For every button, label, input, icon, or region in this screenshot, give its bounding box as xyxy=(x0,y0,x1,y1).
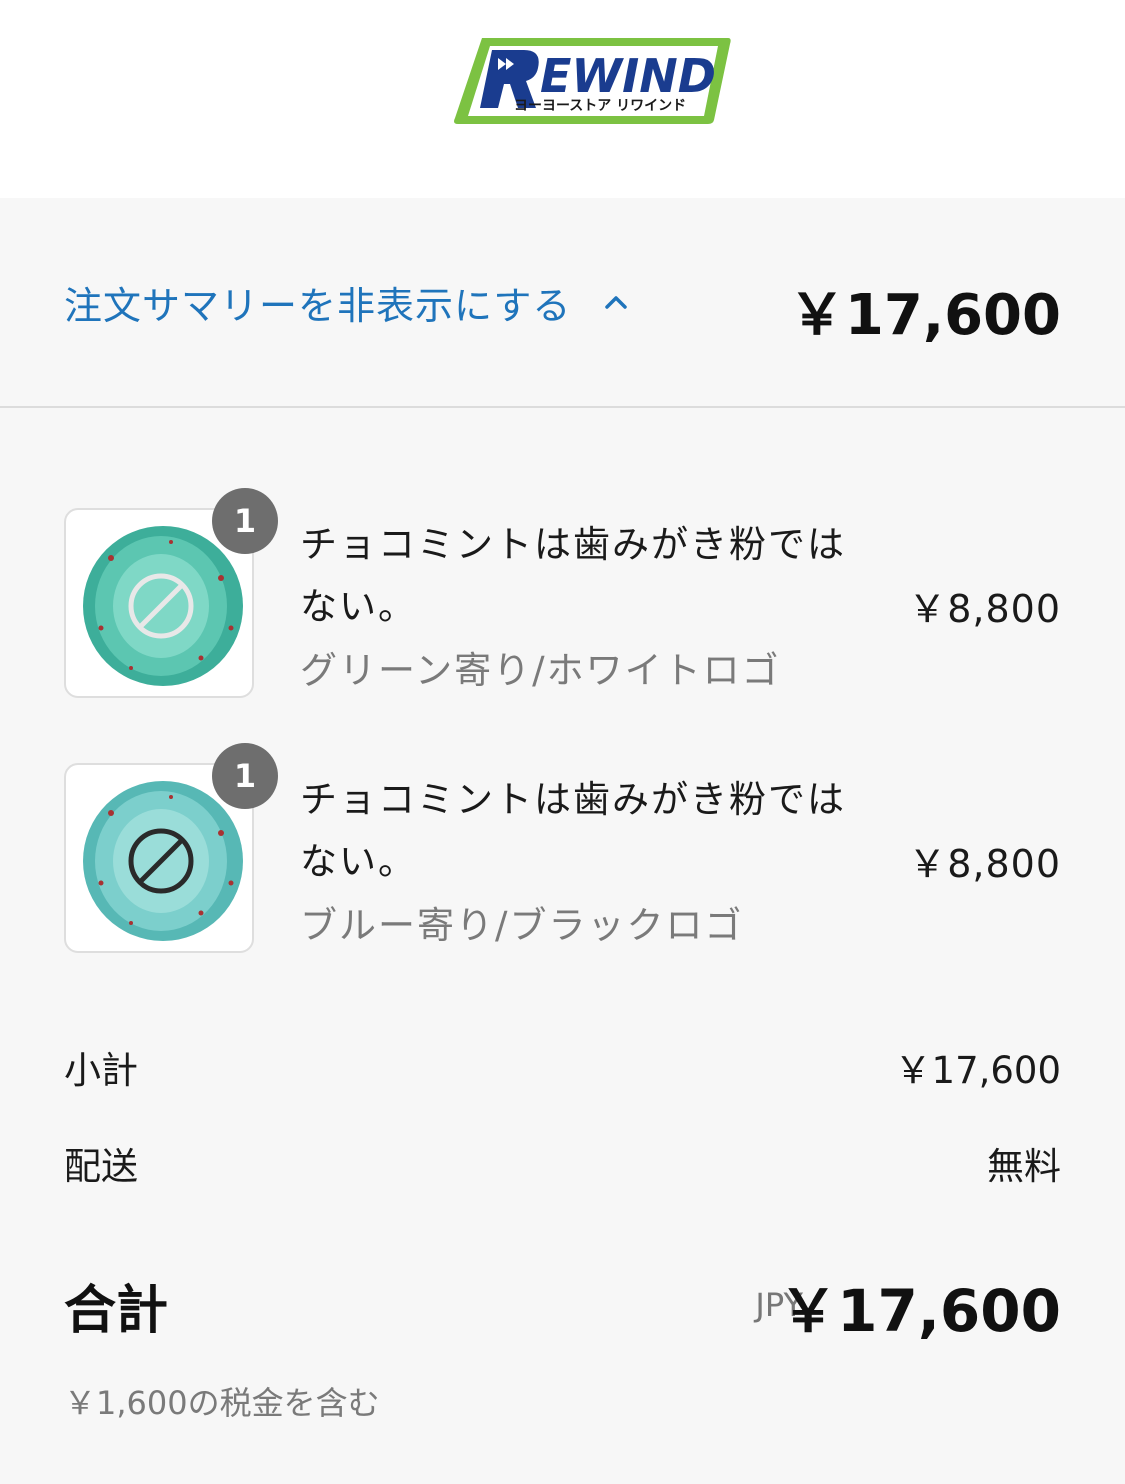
product-name: チョコミントは歯みがき粉ではない。 xyxy=(300,523,846,628)
hide-summary-label: 注文サマリーを非表示にする xyxy=(64,283,572,328)
order-summary: 注文サマリーを非表示にする ￥17,600 1 チョコミントは歯みがき粉ではない… xyxy=(0,198,1125,1484)
quantity-badge: 1 xyxy=(212,488,278,554)
product-thumbnail: 1 xyxy=(64,488,278,698)
product-thumbnail: 1 xyxy=(64,743,278,953)
product-variant: ブルー寄り/ブラックロゴ xyxy=(300,904,744,947)
summary-toggle-row: 注文サマリーを非表示にする ￥17,600 xyxy=(0,198,1125,408)
rewind-logo-graphic: EWIND ヨーヨーストア リワインド xyxy=(454,38,731,124)
total-label: 合計 xyxy=(64,1281,169,1341)
rewind-logo[interactable]: EWIND ヨーヨーストア リワインド xyxy=(452,34,732,126)
total-value: ￥17,600 xyxy=(779,1277,1061,1345)
hide-summary-button[interactable]: 注文サマリーを非表示にする xyxy=(64,276,631,328)
svg-text:ヨーヨーストア リワインド: ヨーヨーストア リワインド xyxy=(514,98,686,114)
quantity-badge: 1 xyxy=(212,743,278,809)
chevron-up-icon xyxy=(605,296,628,309)
line-item: 1 チョコミントは歯みがき粉ではない。 ブルー寄り/ブラックロゴ ￥8,800 xyxy=(64,743,1061,955)
product-variant: グリーン寄り/ホワイトロゴ xyxy=(300,649,781,692)
svg-text:EWIND: EWIND xyxy=(540,49,716,103)
shipping-value: 無料 xyxy=(987,1145,1061,1188)
product-price: ￥8,800 xyxy=(908,587,1061,631)
product-name: チョコミントは歯みがき粉ではない。 xyxy=(300,778,846,883)
subtotal-label: 小計 xyxy=(64,1049,138,1092)
summary-total-price: ￥17,600 xyxy=(788,283,1061,348)
header: EWIND ヨーヨーストア リワインド xyxy=(0,0,1125,198)
tax-note: ￥1,600の税金を含む xyxy=(64,1384,380,1422)
line-item: 1 チョコミントは歯みがき粉ではない。 グリーン寄り/ホワイトロゴ ￥8,800 xyxy=(64,488,1061,700)
subtotal-value: ￥17,600 xyxy=(894,1049,1061,1092)
product-price: ￥8,800 xyxy=(908,842,1061,886)
shipping-label: 配送 xyxy=(64,1145,138,1188)
